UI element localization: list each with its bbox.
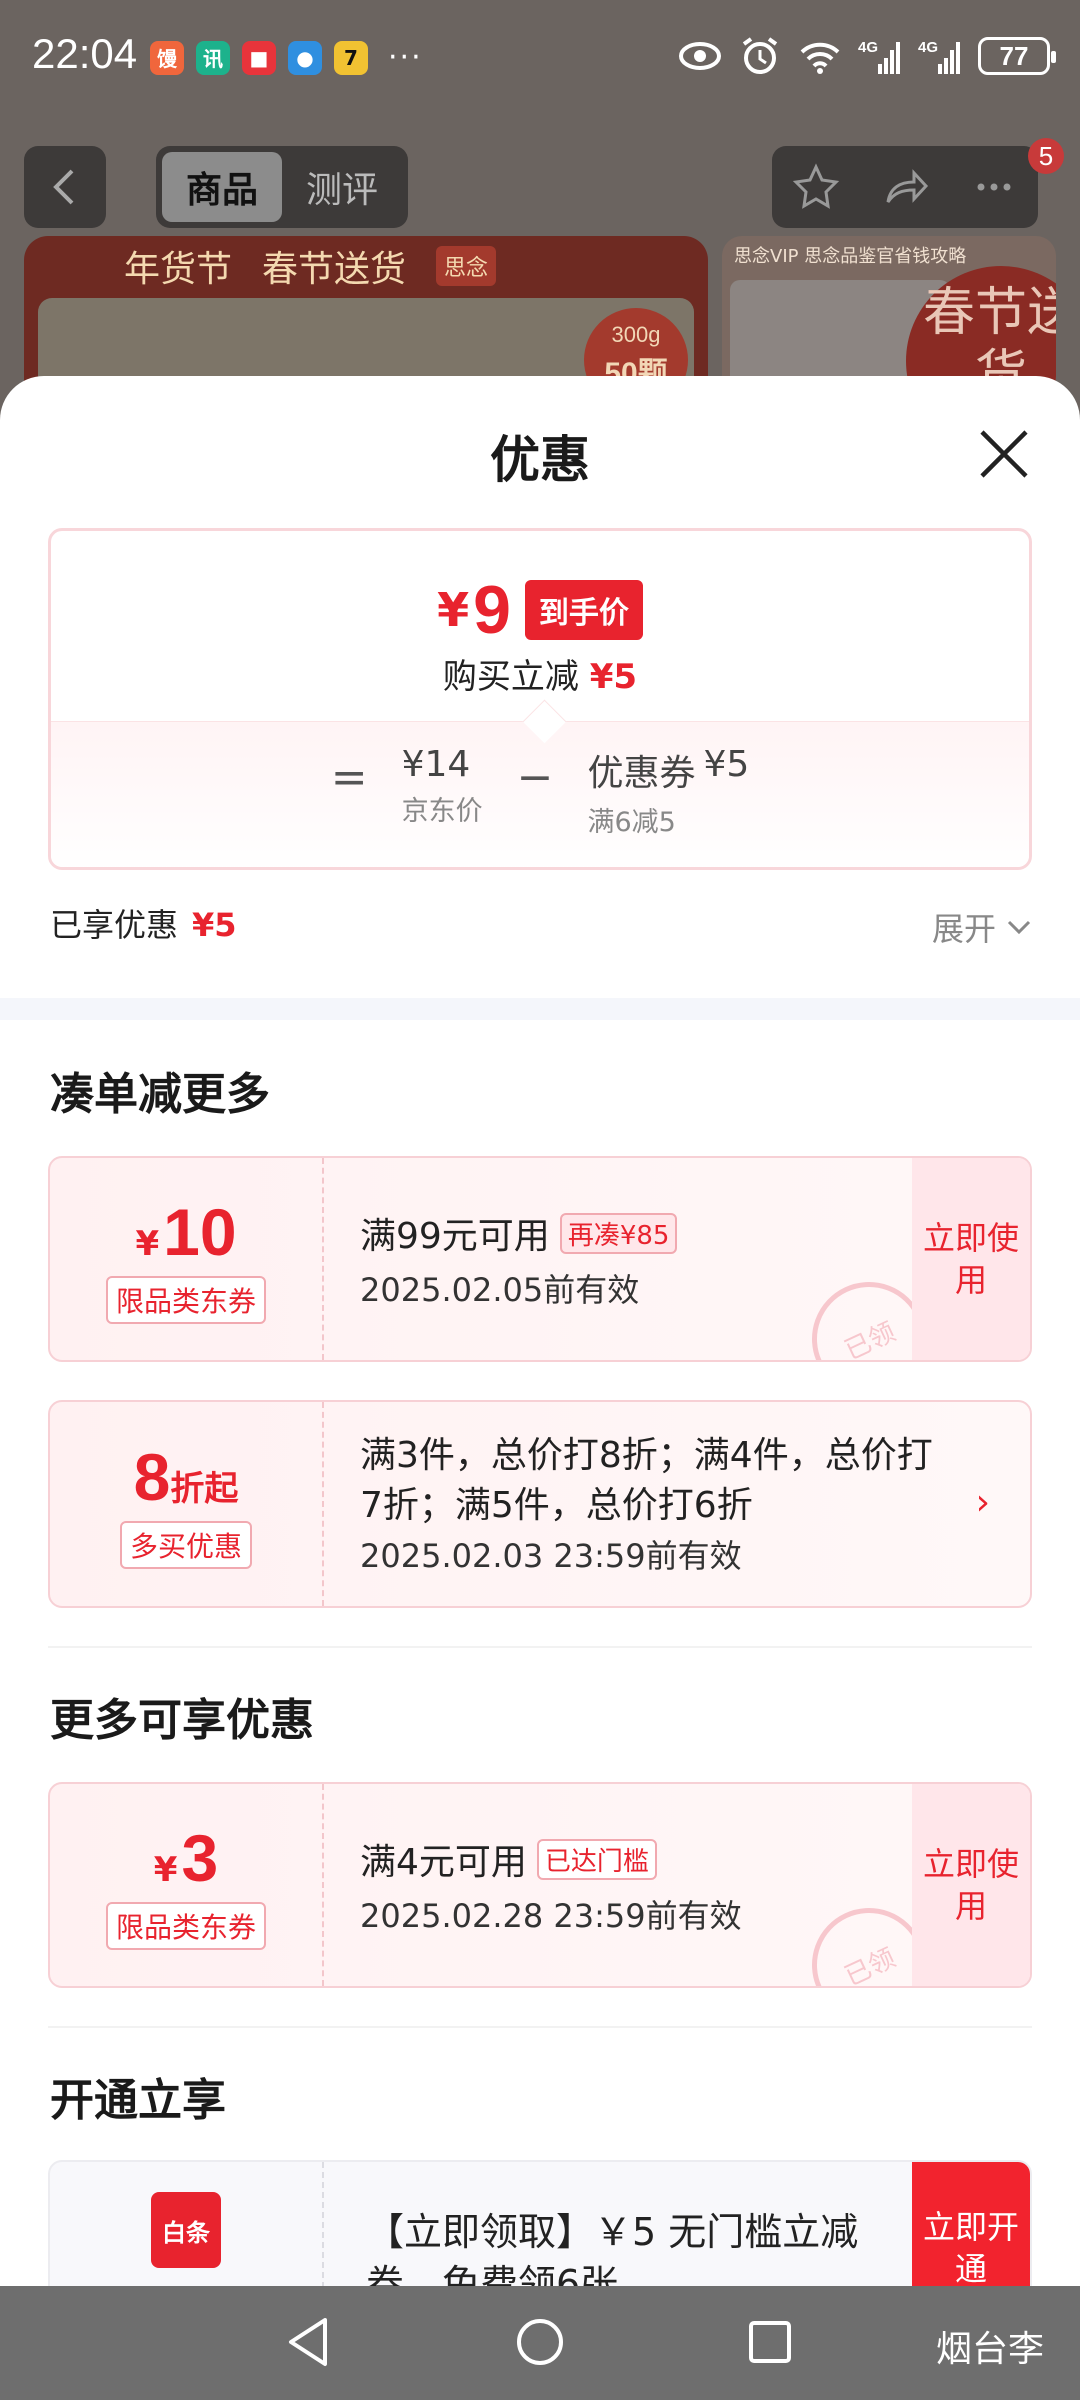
coupon-card: ¥ 3 限品类东券 满4元可用 已达门槛 2025.02.28 23:59前有效…: [48, 1782, 1032, 1988]
final-price: 9: [473, 572, 511, 648]
currency-symbol: ¥: [437, 583, 470, 637]
message-badge: 5: [1028, 138, 1064, 174]
back-button[interactable]: [24, 146, 106, 228]
nav-recents-button[interactable]: [740, 2312, 800, 2372]
final-price-tag: 到手价: [524, 580, 643, 640]
app-notification-icon: ■: [242, 40, 276, 75]
tab-goods[interactable]: 商品: [162, 152, 282, 222]
favorite-button[interactable]: [786, 157, 846, 217]
use-now-button[interactable]: 立即使用: [912, 1784, 1030, 1986]
chevron-right-icon: ›: [975, 1482, 990, 1523]
more-notifications-icon: ···: [388, 40, 423, 75]
product-banner: 年货节 春节送货 思念 300g 50颗 代可享: [24, 236, 708, 396]
tab-review[interactable]: 测评: [282, 152, 402, 222]
coupon-condition: 满4元可用: [360, 1842, 527, 1883]
banner-header-word: 春节送货: [262, 249, 407, 290]
coupon-type: 限品类东券: [105, 1276, 266, 1324]
coupon-expiry: 2025.02.03 23:59前有效: [360, 1537, 742, 1575]
expand-button[interactable]: 展开: [932, 904, 1032, 950]
threshold-met-pill: 已达门槛: [536, 1838, 657, 1880]
coupon-amount: 3: [181, 1821, 219, 1895]
coupon-gap-pill: 再凑¥85: [559, 1212, 678, 1254]
coupon-type: 多买优惠: [119, 1521, 252, 1569]
expand-label: 展开: [931, 910, 996, 948]
coupon-description: 满3件，总价打8折；满4件，总价打7折；满5件，总价打6折: [360, 1435, 933, 1526]
coupon-card: ¥ 10 限品类东券 满99元可用 再凑¥85 2025.02.05前有效 已领…: [48, 1156, 1032, 1362]
coupon-condition: 满99元可用: [360, 1216, 550, 1257]
minus-sign: −: [516, 752, 554, 803]
baitiao-offer-text: 【立即领取】￥5 无门槛立减券，免费领6张: [366, 2210, 859, 2286]
share-button[interactable]: [875, 157, 935, 217]
wifi-icon: [800, 42, 840, 74]
section-title: 凑单减更多: [50, 1069, 270, 1120]
more-icon: [977, 183, 1011, 191]
instant-discount: 购买立减 ¥5: [51, 649, 1029, 698]
triangle-back-icon: [289, 2318, 327, 2366]
section-divider: [0, 998, 1080, 1020]
product-top-bar: 商品 测评 5: [0, 138, 1080, 232]
signal-icon: 4G: [858, 39, 900, 74]
activate-now-button[interactable]: 立即开通: [912, 2162, 1030, 2286]
chevron-down-icon: [1007, 920, 1031, 935]
notification-icons: 馒 讯 ■ ● 7 ···: [150, 40, 423, 75]
jd-price-value: ¥14: [401, 744, 471, 785]
discount-sheet: 优惠 ¥ 9 到手价 购买立减 ¥5 = ¥14 京东价 − 优惠券 ¥5 满6…: [0, 376, 1080, 2286]
battery-indicator: 77: [978, 37, 1056, 75]
chevron-left-icon: [53, 169, 74, 205]
brand-logo: 思念: [436, 246, 497, 286]
sheet-title: 优惠: [490, 431, 590, 489]
banner-header-word: 年货节: [124, 249, 233, 290]
app-notification-icon: ●: [288, 40, 322, 75]
coupon-label: 优惠券: [587, 753, 696, 794]
svg-text:4G: 4G: [918, 39, 938, 56]
section-title: 更多可享优惠: [50, 1695, 314, 1746]
system-nav-bar: 烟台李: [0, 2286, 1080, 2400]
jd-price-label: 京东价: [401, 796, 483, 827]
discount-suffix: 折起: [170, 1469, 239, 1509]
alarm-icon: [742, 37, 778, 74]
coupon-currency: ¥: [153, 1850, 178, 1890]
square-recents-icon: [749, 2321, 791, 2363]
app-notification-icon: 讯: [196, 40, 230, 75]
coupon-value: ¥5: [703, 744, 750, 785]
enjoyed-value: ¥5: [192, 906, 237, 944]
baitiao-logo: 白条: [151, 2192, 221, 2268]
coupon-rule: 满6减5: [587, 807, 676, 838]
share-icon: [886, 169, 929, 203]
product-actions: [772, 146, 1038, 228]
enjoyed-discount: 已享优惠 ¥5: [50, 900, 237, 946]
watermark-label: 烟台李: [935, 2329, 1044, 2370]
price-breakdown: ¥ 9 到手价 购买立减 ¥5 = ¥14 京东价 − 优惠券 ¥5 满6减5: [48, 528, 1032, 870]
app-notification-icon: 7: [334, 40, 368, 75]
close-icon[interactable]: [976, 426, 1032, 482]
more-button[interactable]: [964, 157, 1024, 217]
eye-icon: [679, 42, 721, 70]
coupon-amount: 10: [163, 1195, 237, 1269]
nav-back-button[interactable]: [278, 2312, 338, 2372]
nav-home-button[interactable]: [510, 2312, 570, 2372]
product-tabs: 商品 测评: [156, 146, 408, 228]
equals-sign: =: [330, 752, 368, 803]
status-time: 22:04: [32, 30, 138, 77]
instant-discount-label: 购买立减: [442, 657, 579, 697]
enjoyed-label: 已享优惠: [50, 906, 179, 944]
coupon-currency: ¥: [135, 1224, 160, 1264]
baitiao-card: 白条 【立即领取】￥5 无门槛立减券，免费领6张 立即开通: [48, 2160, 1032, 2286]
instant-discount-value: ¥5: [589, 657, 638, 697]
circle-home-icon: [517, 2319, 563, 2365]
discount-rate: 8: [133, 1440, 171, 1514]
use-now-button[interactable]: 立即使用: [912, 1158, 1030, 1360]
weight-text: 300g: [611, 322, 661, 347]
coupon-type: 限品类东券: [105, 1902, 266, 1950]
coupon-card[interactable]: 8 折起 多买优惠 满3件，总价打8折；满4件，总价打7折；满5件，总价打6折 …: [48, 1400, 1032, 1608]
status-bar: 22:04 馒 讯 ■ ● 7 ··· 4G 4G 77: [0, 0, 1080, 118]
divider: [48, 2026, 1032, 2028]
section-title: 开通立享: [50, 2075, 226, 2126]
promo-banner[interactable]: 思念VIP 思念品鉴官省钱攻略 春节送货: [722, 236, 1056, 396]
divider: [48, 1646, 1032, 1648]
svg-text:4G: 4G: [858, 39, 878, 56]
signal-icon: 4G: [918, 39, 960, 74]
app-notification-icon: 馒: [150, 40, 184, 75]
star-icon: [793, 163, 840, 209]
